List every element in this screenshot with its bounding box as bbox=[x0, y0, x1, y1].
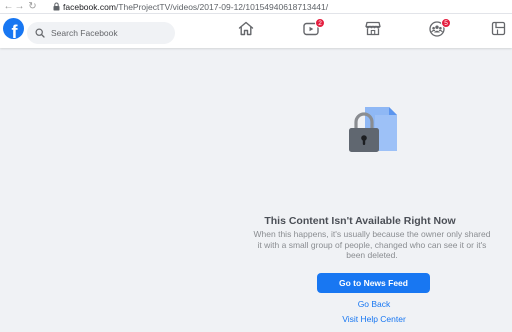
nav-gaming[interactable] bbox=[488, 21, 508, 41]
gaming-icon bbox=[491, 21, 506, 41]
url-domain: facebook.com bbox=[63, 1, 116, 12]
content-unavailable-illustration bbox=[347, 105, 399, 155]
url-path: /TheProjectTV/videos/2017-09-12/10154940… bbox=[115, 1, 329, 12]
search-input[interactable] bbox=[51, 28, 171, 38]
facebook-header: f 2 bbox=[0, 14, 512, 48]
search-icon bbox=[35, 27, 47, 39]
reload-icon[interactable]: ↻ bbox=[26, 0, 39, 14]
visit-help-center-link[interactable]: Visit Help Center bbox=[320, 314, 428, 324]
watch-badge: 2 bbox=[315, 18, 325, 28]
forward-arrow-icon[interactable]: → bbox=[14, 0, 25, 14]
locked-document-icon bbox=[347, 107, 399, 159]
go-to-news-feed-button[interactable]: Go to News Feed bbox=[317, 273, 430, 293]
logo-letter: f bbox=[11, 22, 18, 39]
lock-icon[interactable] bbox=[51, 0, 61, 14]
browser-address-bar: ← → ↻ facebook.com/TheProjectTV/videos/2… bbox=[0, 0, 512, 14]
facebook-logo[interactable]: f bbox=[3, 18, 24, 39]
nav-marketplace[interactable] bbox=[363, 21, 383, 41]
marketplace-icon bbox=[365, 21, 381, 41]
go-back-link[interactable]: Go Back bbox=[330, 299, 418, 309]
error-title: This Content Isn't Available Right Now bbox=[264, 215, 456, 227]
error-description: When this happens, it's usually because … bbox=[253, 229, 491, 260]
home-icon bbox=[238, 21, 254, 41]
back-arrow-icon[interactable]: ← bbox=[3, 0, 14, 14]
address-url[interactable]: facebook.com/TheProjectTV/videos/2017-09… bbox=[63, 2, 328, 12]
search-box[interactable] bbox=[27, 22, 175, 44]
nav-groups[interactable]: 5 bbox=[427, 18, 451, 41]
groups-badge: 5 bbox=[441, 18, 451, 28]
nav-home[interactable] bbox=[236, 21, 256, 41]
nav-watch[interactable]: 2 bbox=[301, 18, 325, 41]
